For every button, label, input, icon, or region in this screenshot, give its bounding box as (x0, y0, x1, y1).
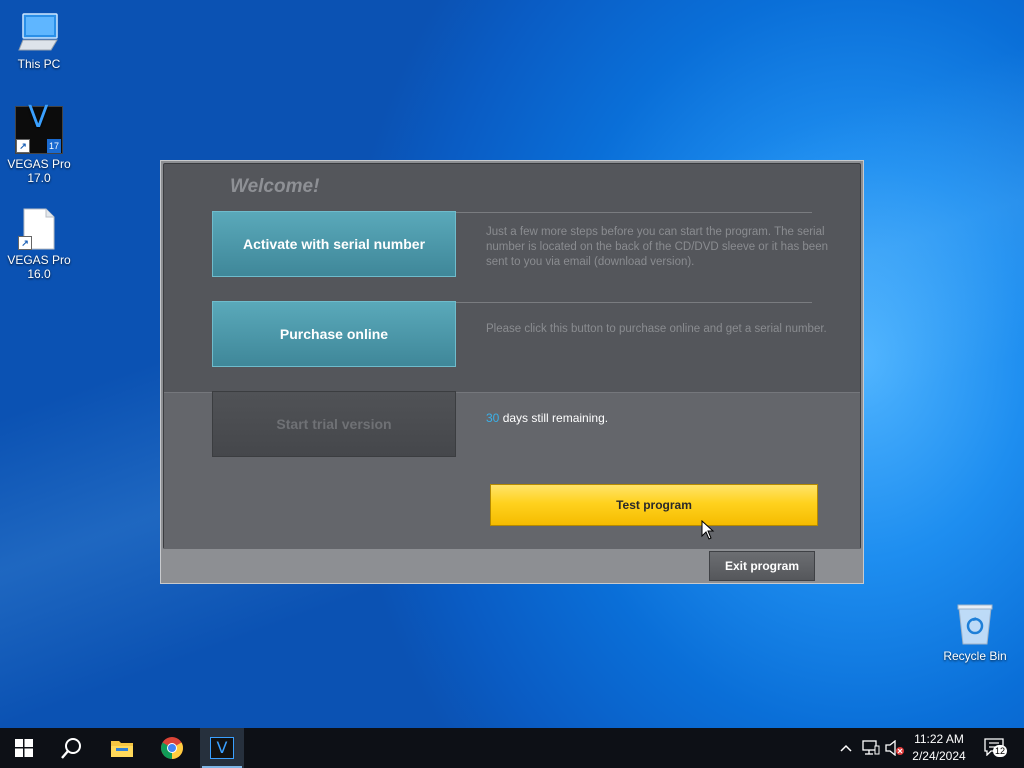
show-hidden-icons-button[interactable] (836, 728, 856, 768)
divider (456, 212, 812, 213)
clock-date: 2/24/2024 (912, 749, 966, 763)
taskbar: V 11:22 AM 2/24/2024 12 (0, 728, 1024, 768)
recycle-bin-icon (955, 602, 995, 646)
network-button[interactable] (860, 728, 882, 768)
search-icon (61, 738, 81, 759)
trial-remaining-label: days still remaining. (502, 411, 609, 425)
taskbar-clock[interactable]: 11:22 AM 2/24/2024 (902, 731, 976, 765)
vegas-taskbar-button[interactable]: V (200, 728, 244, 768)
activate-description: Just a few more steps before you can sta… (486, 226, 828, 268)
clock-time: 11:22 AM (914, 732, 964, 746)
mouse-cursor-icon (701, 519, 715, 545)
chrome-button[interactable] (150, 728, 194, 768)
search-button[interactable] (50, 728, 94, 768)
file-explorer-button[interactable] (100, 728, 144, 768)
vegas-17-icon: V 17 ↗ (15, 100, 63, 154)
notification-icon: 12 (984, 738, 1007, 758)
windows-logo-icon (15, 739, 33, 757)
desktop-icon-label: VEGAS Pro 17.0 (7, 157, 71, 185)
shortcut-arrow-icon: ↗ (18, 236, 32, 250)
activate-serial-button[interactable]: Activate with serial number (212, 211, 456, 277)
desktop-icon-label: VEGAS Pro 16.0 (7, 253, 71, 281)
activation-dialog: Welcome! Activate with serial number Jus… (160, 160, 864, 584)
chevron-up-icon (840, 744, 852, 752)
trial-remaining-text: 30 days still remaining. (486, 411, 608, 425)
version-badge: 17 (46, 139, 61, 153)
purchase-online-button[interactable]: Purchase online (212, 301, 456, 367)
start-trial-button[interactable]: Start trial version (212, 391, 456, 457)
purchase-description: Please click this button to purchase onl… (486, 323, 827, 335)
vegas-logo-letter: V (28, 100, 49, 135)
dialog-main-panel: Welcome! Activate with serial number Jus… (163, 163, 861, 549)
desktop-icon-label: This PC (17, 57, 61, 71)
network-icon (862, 740, 880, 755)
exit-program-button[interactable]: Exit program (709, 551, 815, 581)
blank-file-icon: ↗ (18, 208, 56, 250)
desktop-icon-recycle-bin[interactable]: Recycle Bin (936, 602, 1014, 663)
desktop-icon-vegas-16[interactable]: ↗ VEGAS Pro 16.0 (0, 208, 78, 281)
desktop-icon-vegas-17[interactable]: V 17 ↗ VEGAS Pro 17.0 (0, 100, 78, 186)
notifications-button[interactable]: 12 (980, 728, 1010, 768)
welcome-heading: Welcome! (230, 176, 320, 197)
computer-icon (17, 10, 61, 54)
start-button[interactable] (2, 728, 46, 768)
vegas-letter: V (216, 738, 228, 757)
shortcut-arrow-icon: ↗ (16, 139, 30, 153)
divider (456, 302, 812, 303)
folder-icon (111, 741, 133, 757)
notification-count-badge: 12 (993, 745, 1007, 757)
chrome-icon (161, 737, 183, 759)
desktop-icon-this-pc[interactable]: This PC (0, 10, 78, 71)
trial-days-count: 30 (486, 411, 500, 425)
desktop-icon-label: Recycle Bin (943, 649, 1007, 663)
vegas-icon: V (210, 737, 234, 759)
test-program-button[interactable]: Test program (490, 484, 818, 526)
